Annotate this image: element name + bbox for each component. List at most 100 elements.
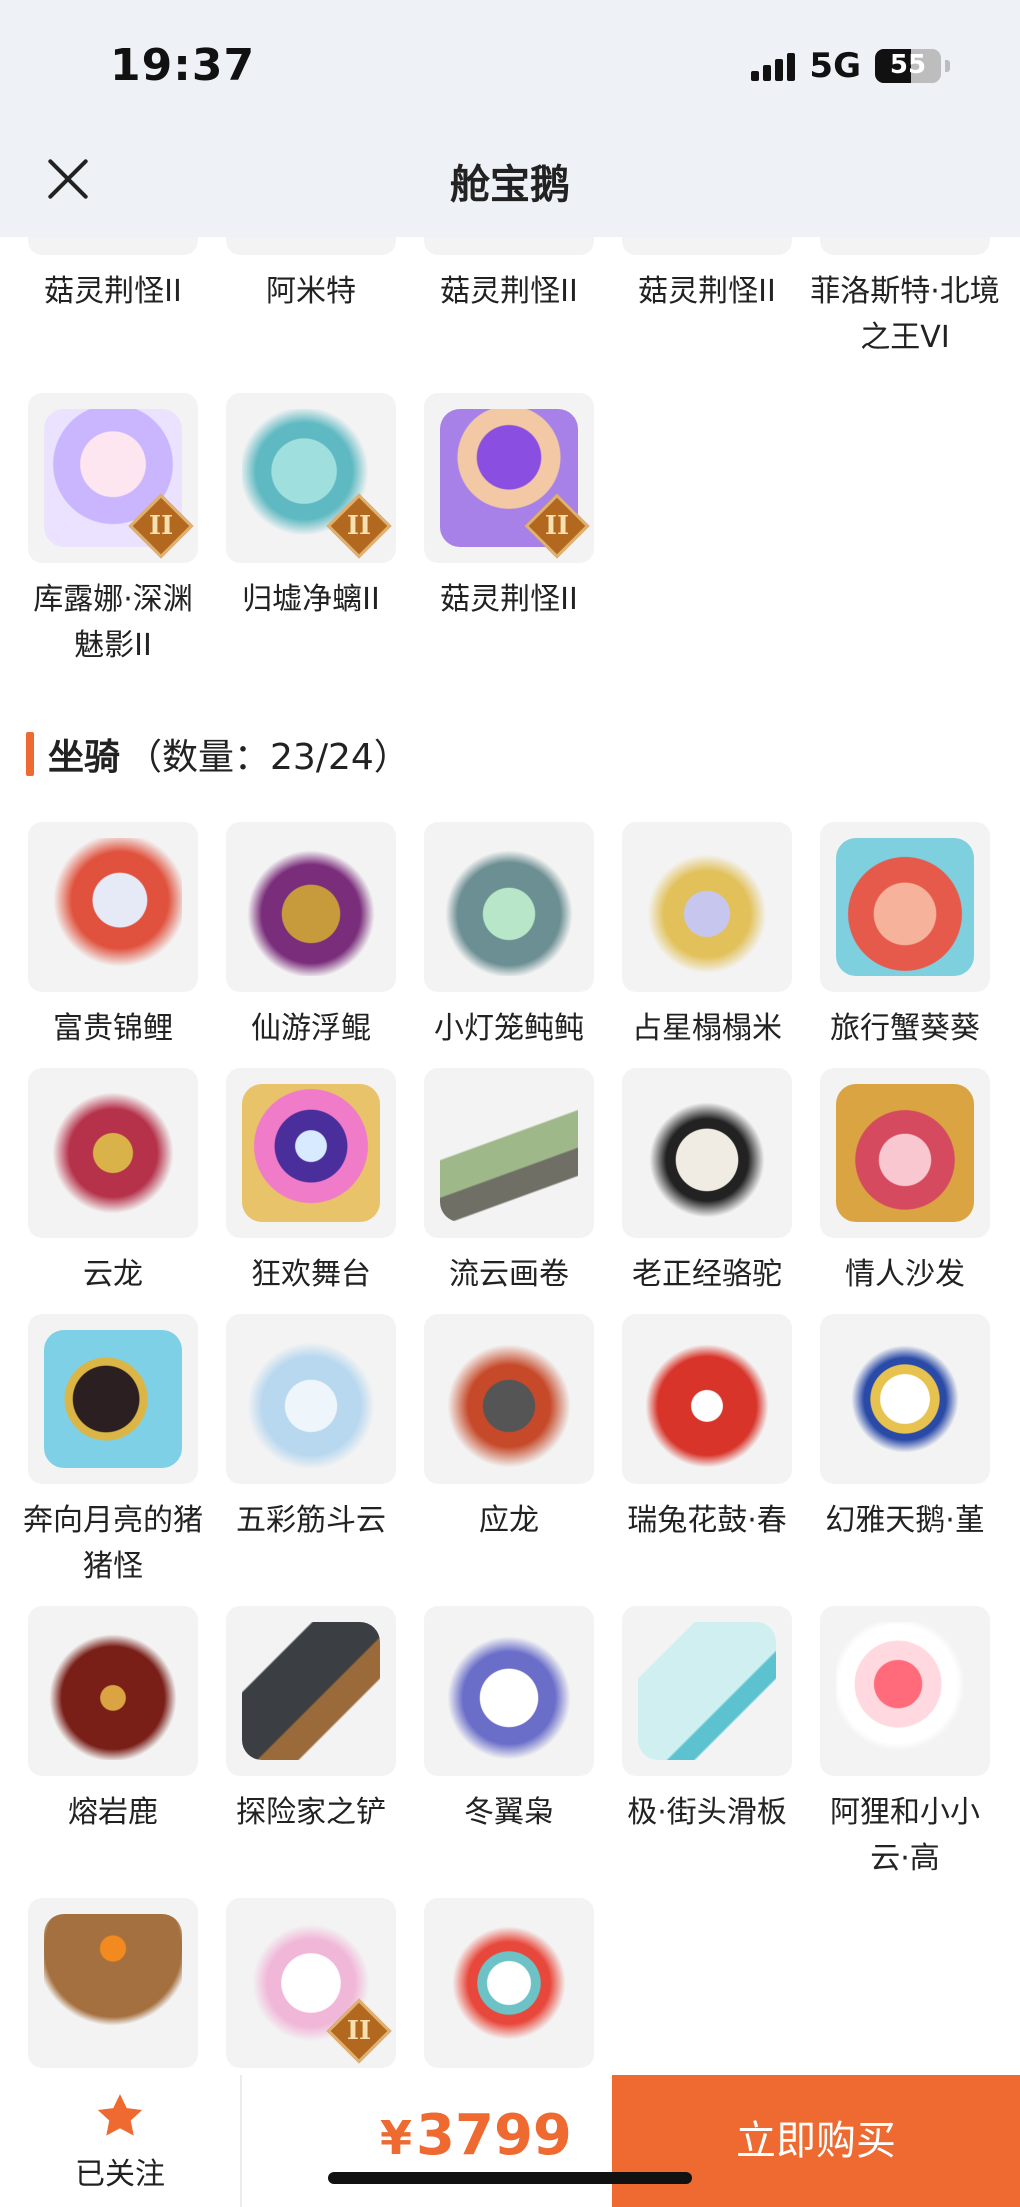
grid-item[interactable]: II 归墟净螭II (212, 393, 410, 623)
price-amount: 3799 (416, 2103, 572, 2168)
grid-item[interactable]: 探险家之铲 (212, 1606, 410, 1836)
grid-item[interactable]: 阿米特 (212, 237, 410, 315)
item-thumbnail (226, 1068, 396, 1238)
item-label: 应龙 (479, 1503, 539, 1538)
grid-item[interactable]: 瑞兔花鼓·春 (608, 1314, 806, 1544)
grid-item[interactable]: II 库露娜·深渊魅影II (14, 393, 212, 669)
status-time: 19:37 (110, 40, 256, 91)
item-label: 小灯笼鲀鲀 (434, 1011, 584, 1046)
item-thumbnail (622, 237, 792, 255)
item-thumbnail: II (226, 1898, 396, 2068)
item-label: 探险家之铲 (236, 1795, 386, 1830)
item-label: 情人沙发 (845, 1257, 965, 1292)
grid-item[interactable]: 阿狸和小小云·高 (806, 1606, 1004, 1882)
item-label: 瑞兔花鼓·春 (627, 1503, 787, 1538)
section-title: 坐骑 (48, 737, 121, 778)
item-thumbnail: II (28, 393, 198, 563)
item-thumbnail (424, 1314, 594, 1484)
item-label: 阿狸和小小云·高 (830, 1795, 980, 1876)
item-label: 菇灵荆怪II (44, 274, 182, 309)
item-thumbnail (424, 1606, 594, 1776)
item-thumbnail (820, 237, 990, 255)
grid-item[interactable]: 情人沙发 (806, 1068, 1004, 1298)
item-thumbnail (424, 822, 594, 992)
grid-item[interactable]: 富贵锦鲤 (14, 822, 212, 1052)
grid-item[interactable]: 菇灵荆怪II (410, 237, 608, 315)
follow-button[interactable]: 已关注 (0, 2075, 242, 2207)
grid-item[interactable]: 小灯笼鲀鲀 (410, 822, 608, 1052)
item-thumbnail (820, 1314, 990, 1484)
signal-icon (751, 51, 796, 81)
home-indicator (328, 2172, 692, 2184)
grid-item[interactable]: 菇灵荆怪II (14, 237, 212, 315)
grid-item[interactable]: 幻雅天鹅·堇 (806, 1314, 1004, 1544)
grid-item[interactable]: 菲洛斯特·北境之王VI (806, 237, 1004, 361)
item-label: 旅行蟹葵葵 (830, 1011, 980, 1046)
network-type: 5G (809, 46, 861, 86)
section-count: （数量：23/24） (126, 737, 410, 778)
item-label: 阿米特 (266, 274, 356, 309)
battery-cap (945, 60, 950, 72)
item-label: 流云画卷 (449, 1257, 569, 1292)
item-label: 幻雅天鹅·堇 (825, 1503, 985, 1538)
grid-item[interactable] (410, 1898, 608, 2082)
item-label: 奔向月亮的猪猪怪 (23, 1503, 203, 1584)
item-thumbnail (424, 1068, 594, 1238)
grid-item[interactable] (14, 1898, 212, 2082)
grid-item[interactable]: 云龙 (14, 1068, 212, 1298)
item-thumbnail (28, 1606, 198, 1776)
grid-item[interactable]: 奔向月亮的猪猪怪 (14, 1314, 212, 1590)
item-thumbnail (28, 1314, 198, 1484)
currency-symbol: ¥ (380, 2111, 413, 2165)
grid-item[interactable]: 冬翼枭 (410, 1606, 608, 1836)
grid-item[interactable]: 流云画卷 (410, 1068, 608, 1298)
item-thumbnail (820, 822, 990, 992)
grid-item[interactable]: 狂欢舞台 (212, 1068, 410, 1298)
item-thumbnail (820, 1606, 990, 1776)
section-accent-bar (26, 732, 34, 776)
item-label: 富贵锦鲤 (53, 1011, 173, 1046)
item-label: 仙游浮鲲 (251, 1011, 371, 1046)
grid-item[interactable]: 五彩筋斗云 (212, 1314, 410, 1544)
item-thumbnail (424, 1898, 594, 2068)
item-thumbnail: II (226, 393, 396, 563)
grid-item[interactable]: 熔岩鹿 (14, 1606, 212, 1836)
battery-level: 55 (889, 50, 927, 80)
item-label: 熔岩鹿 (68, 1795, 158, 1830)
grid-item[interactable]: 仙游浮鲲 (212, 822, 410, 1052)
grid-item[interactable]: 老正经骆驼 (608, 1068, 806, 1298)
item-thumbnail (622, 1068, 792, 1238)
item-thumbnail (28, 237, 198, 255)
item-thumbnail (226, 1314, 396, 1484)
item-label: 菇灵荆怪II (638, 274, 776, 309)
item-label: 云龙 (83, 1257, 143, 1292)
item-label: 占星榻榻米 (632, 1011, 782, 1046)
grid-item[interactable]: 旅行蟹葵葵 (806, 822, 1004, 1052)
grid-item[interactable]: II (212, 1898, 410, 2082)
item-label: 菲洛斯特·北境之王VI (810, 274, 1000, 355)
item-thumbnail (424, 237, 594, 255)
item-thumbnail (28, 1068, 198, 1238)
grid-item[interactable]: 极·街头滑板 (608, 1606, 806, 1836)
price: ¥3799 (380, 2103, 572, 2168)
bottom-action-bar: 已关注 ¥3799 立即购买 (0, 2075, 1020, 2207)
grid-item[interactable]: 应龙 (410, 1314, 608, 1544)
buy-now-button[interactable]: 立即购买 (612, 2075, 1020, 2207)
item-thumbnail (28, 822, 198, 992)
battery-icon: 55 (875, 49, 941, 83)
item-label: 狂欢舞台 (251, 1257, 371, 1292)
item-thumbnail (226, 237, 396, 255)
top-bar: 19:37 5G 55 舱宝鹅 (0, 0, 1020, 237)
status-indicators: 5G 55 (751, 46, 950, 86)
grid-item[interactable]: 菇灵荆怪II (608, 237, 806, 315)
item-label: 菇灵荆怪II (440, 274, 578, 309)
item-label: 归墟净螭II (242, 582, 380, 617)
grid-item[interactable]: II 菇灵荆怪II (410, 393, 608, 623)
item-thumbnail (226, 822, 396, 992)
item-label: 冬翼枭 (464, 1795, 554, 1830)
follow-label: 已关注 (75, 2157, 165, 2192)
grid-item[interactable]: 占星榻榻米 (608, 822, 806, 1052)
item-thumbnail (622, 1314, 792, 1484)
star-icon (97, 2094, 143, 2136)
item-label: 老正经骆驼 (632, 1257, 782, 1292)
